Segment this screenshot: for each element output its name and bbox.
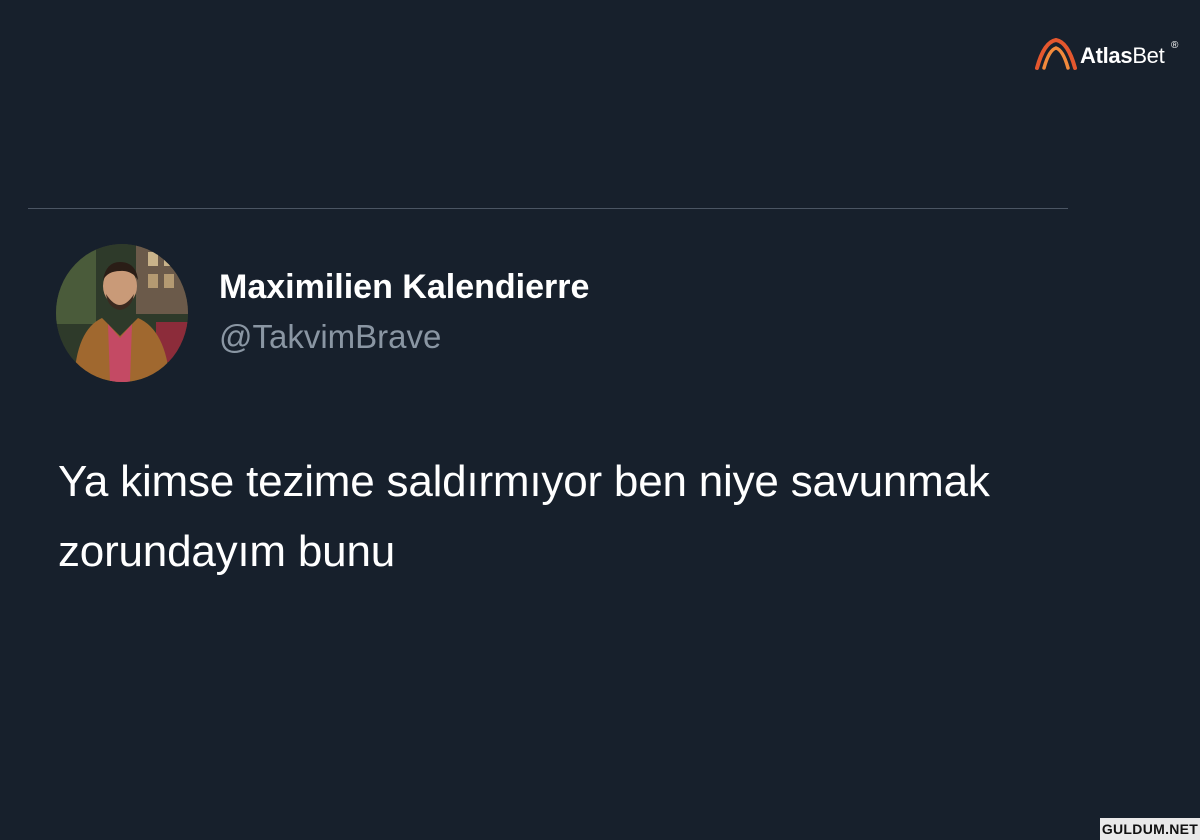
divider bbox=[28, 208, 1068, 209]
avatar[interactable] bbox=[56, 244, 188, 382]
author-handle[interactable]: @TakvimBrave bbox=[219, 318, 441, 356]
author-name[interactable]: Maximilien Kalendierre bbox=[219, 268, 589, 307]
tweet-text: Ya kimse tezime saldırmıyor ben niye sav… bbox=[58, 457, 990, 576]
atlasbet-wordmark-bold: Atlas bbox=[1080, 43, 1133, 68]
atlasbet-logo: AtlasBet ® bbox=[1034, 34, 1184, 74]
atlasbet-wordmark: AtlasBet bbox=[1080, 43, 1165, 69]
atlasbet-arc-icon bbox=[1035, 37, 1077, 70]
avatar-photo bbox=[56, 244, 188, 382]
atlasbet-wordmark-light: Bet bbox=[1132, 43, 1165, 68]
watermark: GULDUM.NET bbox=[1100, 818, 1200, 840]
registered-mark: ® bbox=[1171, 40, 1179, 51]
